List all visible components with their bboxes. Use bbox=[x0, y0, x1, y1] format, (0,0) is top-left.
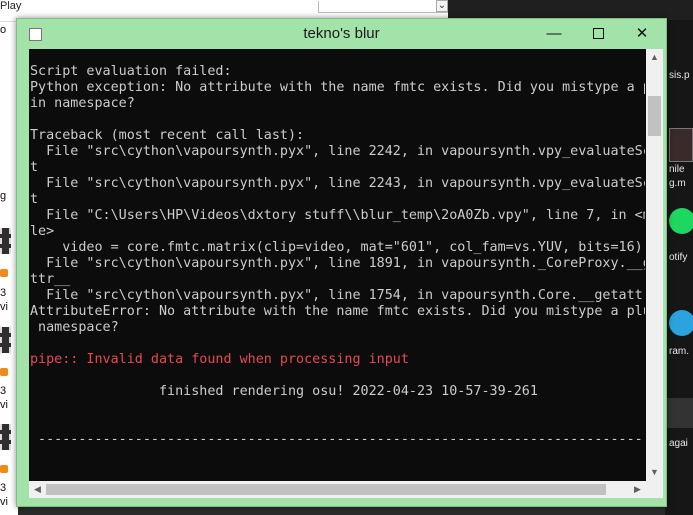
vlc-icon bbox=[0, 269, 8, 277]
console-line: in namespace? bbox=[30, 96, 135, 111]
telegram-icon[interactable] bbox=[669, 310, 693, 336]
console-line: finished rendering osu! 2022-04-23 10-57… bbox=[30, 384, 538, 399]
video-file-icon[interactable] bbox=[0, 424, 11, 450]
explorer-field bbox=[318, 1, 448, 13]
desktop-label[interactable]: ram. bbox=[669, 346, 689, 357]
title-bar[interactable]: tekno's blur — ✕ bbox=[17, 19, 666, 49]
left-fragment: 3 bbox=[0, 482, 7, 494]
desktop-thumbnail[interactable] bbox=[667, 398, 693, 428]
vertical-scrollbar[interactable]: ▲ ▼ bbox=[646, 49, 663, 481]
console-output[interactable]: Script evaluation failed: Python exceptio… bbox=[29, 49, 646, 481]
scroll-left-icon[interactable]: ◀ bbox=[29, 481, 46, 498]
left-fragment: vi bbox=[0, 496, 8, 508]
scrollbar-corner bbox=[646, 481, 663, 498]
maximize-icon bbox=[592, 27, 604, 39]
left-fragment: g bbox=[0, 190, 7, 202]
explorer-dropdown-icon[interactable]: ⌄ bbox=[436, 0, 448, 12]
video-file-icon[interactable] bbox=[0, 327, 11, 353]
console-line: namespace? bbox=[30, 320, 119, 335]
left-fragment: o bbox=[0, 24, 7, 36]
left-fragment: 3 bbox=[0, 287, 7, 299]
console-line: File "src\cython\vapoursynth.pyx", line … bbox=[30, 144, 645, 159]
horizontal-scrollbar[interactable]: ◀ ▶ bbox=[29, 481, 646, 498]
console-line: Python exception: No attribute with the … bbox=[30, 80, 645, 95]
console-line: Traceback (most recent call last): bbox=[30, 128, 305, 143]
console-window: tekno's blur — ✕ Script evaluation faile… bbox=[16, 18, 667, 507]
scroll-down-icon[interactable]: ▼ bbox=[646, 464, 663, 481]
desktop-label[interactable]: g.m bbox=[669, 178, 686, 189]
maximize-button[interactable] bbox=[576, 19, 620, 49]
console-line: File "src\cython\vapoursynth.pyx", line … bbox=[30, 256, 645, 271]
left-fragment: vi bbox=[0, 399, 8, 411]
left-fragment: vi bbox=[0, 301, 8, 313]
console-line: video = core.fmtc.matrix(clip=video, mat… bbox=[30, 240, 643, 255]
close-button[interactable]: ✕ bbox=[620, 19, 664, 49]
background-desktop: sis.p nile g.m otify ram. agai bbox=[665, 20, 693, 515]
left-fragment: 3 bbox=[0, 385, 7, 397]
vertical-scroll-thumb[interactable] bbox=[648, 96, 661, 136]
minimize-icon: — bbox=[546, 25, 562, 42]
console-line: t bbox=[30, 192, 39, 207]
console-line: ----------------------------------------… bbox=[30, 432, 645, 447]
console-error-line: pipe:: Invalid data found when processin… bbox=[30, 352, 409, 367]
console-line: File "C:\Users\HP\Videos\dxtory stuff\\b… bbox=[30, 208, 645, 223]
close-icon: ✕ bbox=[635, 25, 649, 42]
desktop-thumbnail[interactable] bbox=[669, 128, 693, 162]
console-line: t bbox=[30, 160, 39, 175]
console-line: File "src\cython\vapoursynth.pyx", line … bbox=[30, 176, 645, 191]
console-text: Script evaluation failed: Python exceptio… bbox=[30, 64, 645, 481]
explorer-play-label[interactable]: Play bbox=[0, 0, 21, 12]
scroll-right-icon[interactable]: ▶ bbox=[629, 481, 646, 498]
scroll-up-icon[interactable]: ▲ bbox=[646, 49, 663, 66]
spotify-icon[interactable] bbox=[669, 208, 693, 234]
desktop-label[interactable]: otify bbox=[669, 252, 687, 263]
desktop-label[interactable]: nile bbox=[669, 164, 685, 175]
console-line: Script evaluation failed: bbox=[30, 64, 232, 79]
vlc-icon bbox=[0, 465, 8, 473]
desktop-label[interactable]: sis.p bbox=[669, 70, 690, 81]
minimize-button[interactable]: — bbox=[532, 19, 576, 49]
video-file-icon[interactable] bbox=[0, 228, 11, 254]
horizontal-scroll-thumb[interactable] bbox=[46, 484, 606, 495]
desktop-label[interactable]: agai bbox=[669, 438, 688, 449]
vlc-icon bbox=[0, 368, 8, 376]
console-line: ttr__ bbox=[30, 272, 71, 287]
background-dark-strip bbox=[448, 0, 693, 20]
console-line: File "src\cython\vapoursynth.pyx", line … bbox=[30, 288, 645, 303]
console-line: le> bbox=[30, 224, 55, 239]
console-line: AttributeError: No attribute with the na… bbox=[30, 304, 645, 319]
